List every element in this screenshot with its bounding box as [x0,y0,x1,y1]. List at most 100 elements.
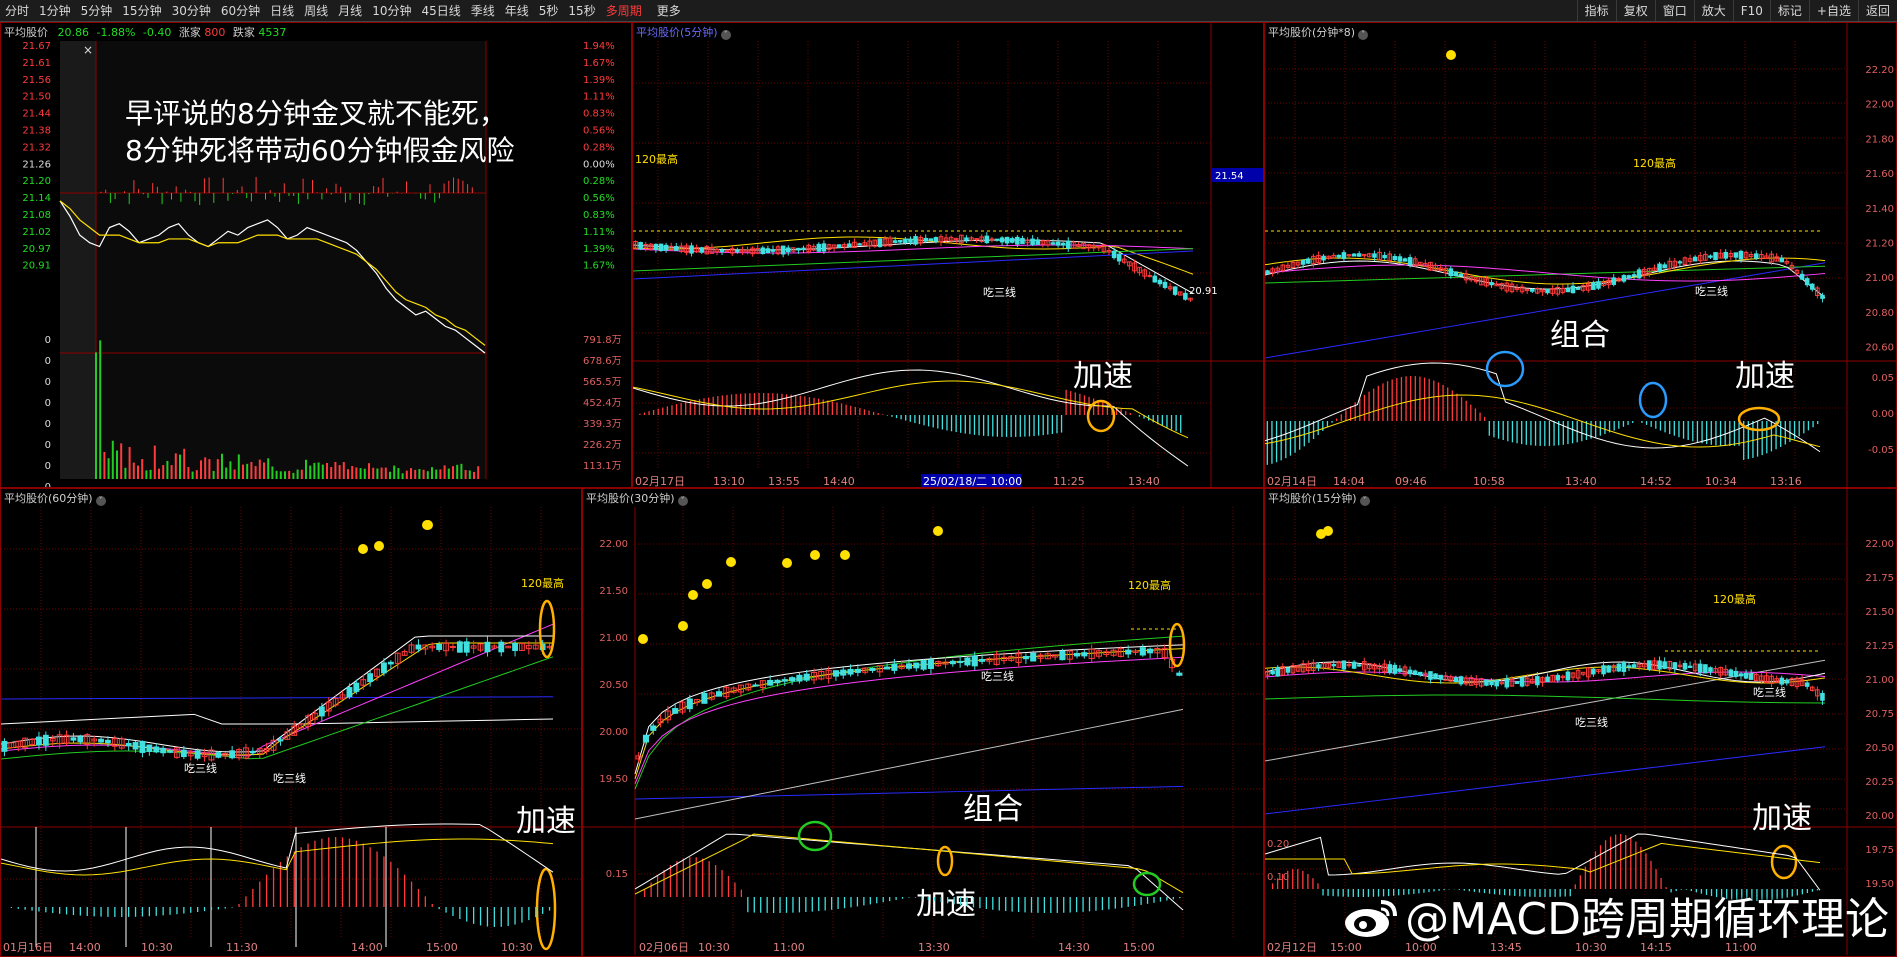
tab-6[interactable]: 日线 [265,0,299,21]
candle-body [1662,264,1667,269]
candle-body [1331,664,1337,667]
right-price-tick-0: 22.20 [1865,65,1894,76]
tab-7[interactable]: 周线 [299,0,333,21]
candle-body [1285,667,1291,673]
candle-body [1275,666,1281,677]
right-macd-tick-1: 0.00 [1872,409,1894,420]
signal-dot [1446,50,1456,60]
candle-body [1407,257,1413,266]
date-tick-6: 13:40 [1128,475,1160,488]
chart-8-minute[interactable]: 22.20 22.00 21.80 21.60 21.40 21.20 21.00 20.80… [1265,23,1897,488]
signal-dot-8 [933,526,943,536]
toolbar-button-1[interactable]: 复权 [1615,0,1655,21]
pct-tick-1: 1.67% [583,58,615,69]
candle-body [816,243,822,252]
candle-body [1125,649,1132,655]
candle-body [194,750,201,759]
candle-body [1555,674,1561,681]
candle-body [1382,254,1387,259]
toolbar-button-4[interactable]: F10 [1732,0,1770,21]
candle-body [1809,283,1815,290]
right-price-tick-4: 21.00 [1865,675,1894,686]
toolbar-button-2[interactable]: 窗口 [1654,0,1694,21]
tab-11[interactable]: 季线 [466,0,500,21]
tab-8[interactable]: 月线 [333,0,367,21]
candle-body [146,744,153,752]
chevron-down-icon[interactable]: ˅ [677,496,688,506]
toolbar-button-7[interactable]: 返回 [1857,0,1897,21]
ma-white-2 [1,635,553,753]
tab-15[interactable]: 多周期 [601,0,647,21]
chevron-down-icon[interactable]: ˅ [1358,30,1369,40]
tab-2[interactable]: 5分钟 [76,0,118,21]
candle-body [1081,652,1088,657]
tab-1[interactable]: 1分钟 [34,0,76,21]
tab-16[interactable]: 更多 [647,0,686,21]
candle-body [1407,669,1413,675]
tab-13[interactable]: 5秒 [534,0,564,21]
candle-body [1351,661,1357,669]
chevron-down-icon[interactable]: ˅ [1359,496,1370,506]
date-tick-2: 13:55 [768,475,800,488]
price-tick-0: 21.67 [22,41,51,52]
candle-body [1321,255,1326,261]
candle-body [1820,294,1825,299]
intraday-title: 平均股价 20.86 -1.88% -0.40 涨家 800 跌家 4537 [4,24,286,40]
eat-three-lines-label-2: 吃三线 [273,771,306,785]
intraday-chart[interactable]: × 21.67 21.61 21.56 21.50 21.44 21.38 21.32 21.2… [1,23,632,488]
right-price-tick-4: 21.40 [1865,204,1894,215]
tab-5[interactable]: 60分钟 [216,0,265,21]
tab-12[interactable]: 年线 [500,0,534,21]
candle-body [689,245,694,254]
candle-body [1738,673,1744,677]
candle-body [869,667,876,671]
tab-9[interactable]: 10分钟 [367,0,416,21]
pct-tick-2: 1.39% [583,75,615,86]
candle-body [436,643,443,651]
tab-10[interactable]: 45日线 [416,0,465,21]
candle-body [1662,661,1667,669]
chart-5-minute[interactable]: 120最高吃三线 20.91 加速 21.54 02月17日 13:10 13:55 14:4… [633,23,1264,488]
tab-14[interactable]: 15秒 [563,0,600,21]
candle-body [1139,647,1146,656]
right-price-tick-7: 20.25 [1865,777,1894,788]
chevron-down-icon[interactable]: ˅ [95,496,106,506]
candle-body [686,698,693,710]
right-price-tick-2: 21.80 [1865,134,1894,145]
candle-body [1387,664,1393,673]
toolbar-button-3[interactable]: 放大 [1693,0,1733,21]
price-tick-12: 20.97 [22,244,51,255]
pct-tick-12: 1.39% [583,244,615,255]
candle-body [832,670,839,677]
candle-body [1397,668,1403,672]
down-label: 跌家 [232,26,255,39]
signal-dot-1 [374,541,384,551]
candle-body [1111,250,1117,259]
candle-body [1073,652,1081,657]
toolbar-button-5[interactable]: 标记 [1769,0,1809,21]
candle-body [927,659,934,669]
chevron-down-icon[interactable]: ˅ [720,30,731,40]
tab-3[interactable]: 15分钟 [117,0,166,21]
candle-body [484,641,491,653]
annotation-line-2: 8分钟死将带动60分钟假金风险 [125,134,514,167]
tab-0[interactable]: 分时 [0,0,34,21]
chart-60-minute[interactable]: 120最高吃三线吃三线加速01月16日 14:00 10:30 11:30 14:00 1… [1,489,582,957]
candle-body [367,673,374,682]
vol-zero-tick-3: 0 [45,398,51,409]
candle-body [1265,270,1270,275]
candle-body [1529,289,1535,292]
toolbar-button-6[interactable]: +自选 [1808,0,1858,21]
tab-4[interactable]: 30分钟 [167,0,216,21]
chart-30-minute[interactable]: 22.00 21.50 21.00 20.50 20.00 19.50 0.15 120最高吃… [583,489,1264,957]
toolbar-button-0[interactable]: 指标 [1576,0,1616,21]
candle-body [658,243,664,252]
date-tick-6: 10:34 [1705,475,1737,488]
candle-body [1316,664,1321,668]
date-tick-2: 09:46 [1395,475,1427,488]
intraday-title-label: 平均股价 [4,26,48,39]
dif-line [1,823,554,873]
eat-three-lines-label: 吃三线 [983,285,1016,299]
candle-body [767,679,774,686]
candle-body [1631,274,1637,277]
